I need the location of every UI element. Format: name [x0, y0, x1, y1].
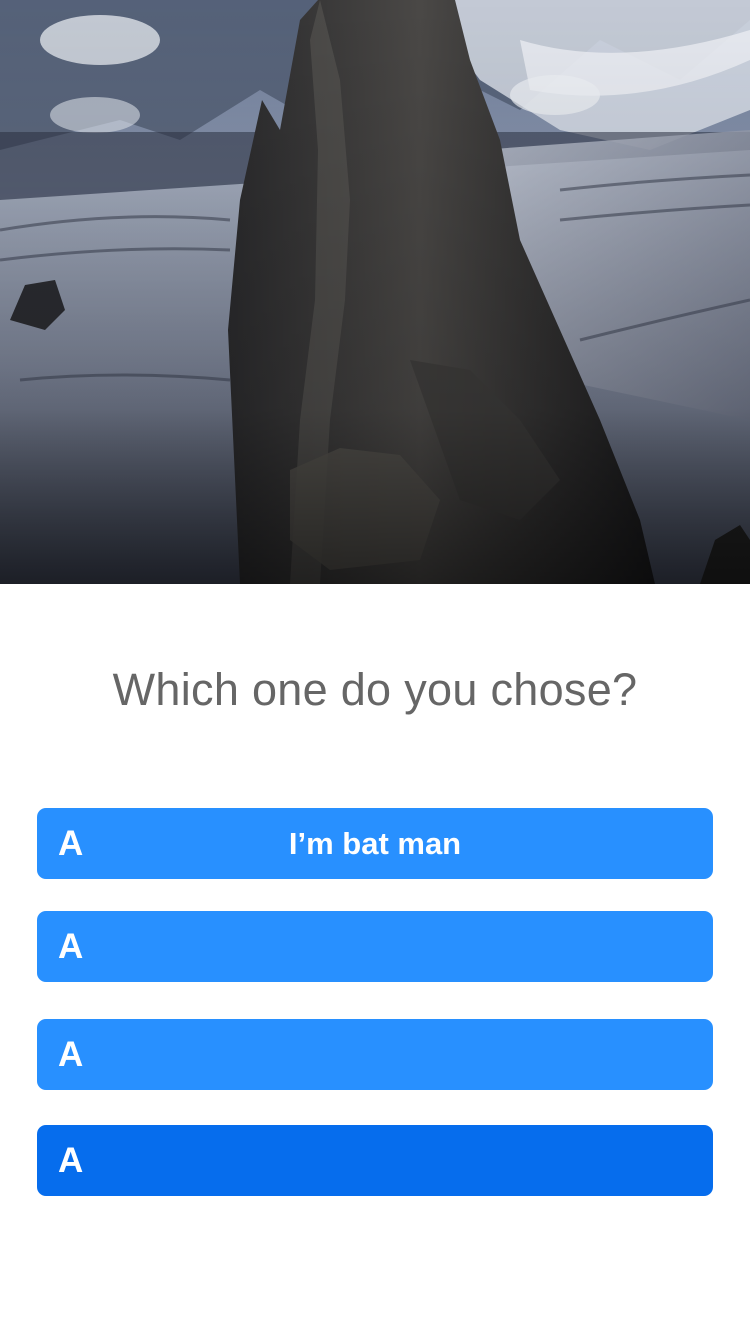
option-label: [37, 911, 713, 982]
question-title: Which one do you chose?: [112, 664, 638, 715]
answer-option-4[interactable]: A: [37, 1125, 713, 1196]
answer-option-1[interactable]: A I’m bat man: [37, 808, 713, 879]
answer-option-3[interactable]: A: [37, 1019, 713, 1090]
option-label: [37, 1019, 713, 1090]
answer-option-2[interactable]: A: [37, 911, 713, 982]
hero-image: [0, 0, 750, 584]
mountain-rock-spire-image: [0, 0, 750, 584]
option-label: [37, 1125, 713, 1196]
quiz-page: Which one do you chose? A I’m bat man A …: [0, 0, 750, 1334]
option-label: I’m bat man: [288, 826, 462, 861]
